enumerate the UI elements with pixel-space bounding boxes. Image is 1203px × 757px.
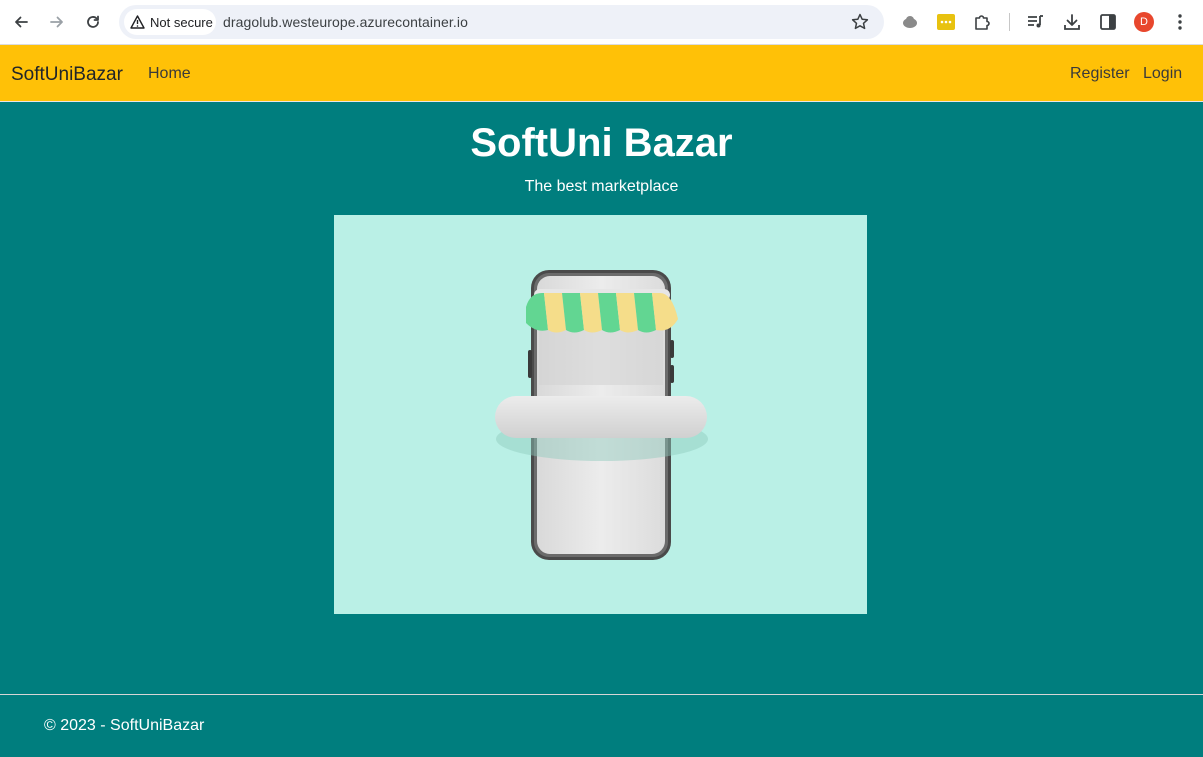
forward-icon (50, 16, 63, 28)
password-icon (937, 14, 955, 30)
page-subtitle: The best marketplace (524, 178, 679, 195)
download-icon (1064, 14, 1080, 30)
star-icon[interactable] (850, 12, 870, 32)
browser-menu-button[interactable] (1168, 10, 1192, 34)
forward-button[interactable] (43, 8, 71, 36)
menu-icon (1178, 14, 1182, 30)
profile-avatar[interactable]: D (1134, 12, 1154, 32)
browser-toolbar: Not secure dragolub.westeurope.azurecont… (0, 0, 1203, 45)
side-panel-icon (1100, 14, 1116, 30)
footer-copyright: © 2023 - SoftUniBazar (44, 717, 205, 734)
password-extension-button[interactable] (934, 10, 958, 34)
toolbar-separator (1009, 13, 1010, 31)
page-title: SoftUni Bazar (470, 121, 733, 165)
site-footer: © 2023 - SoftUniBazar (0, 694, 1203, 757)
warning-icon (130, 15, 145, 29)
back-icon (15, 16, 28, 28)
reload-icon (87, 15, 99, 28)
nav-home-link[interactable]: Home (148, 65, 191, 83)
media-icon (1028, 15, 1043, 28)
nav-register-link[interactable]: Register (1070, 65, 1130, 83)
nav-login-link[interactable]: Login (1143, 65, 1182, 83)
side-panel-button[interactable] (1096, 10, 1120, 34)
url-text[interactable]: dragolub.westeurope.azurecontainer.io (223, 14, 468, 30)
brand-link[interactable]: SoftUniBazar (11, 64, 123, 86)
download-button[interactable] (1060, 10, 1084, 34)
cloud-icon (903, 16, 917, 28)
security-label: Not secure (150, 14, 213, 30)
extensions-icon (975, 15, 990, 30)
security-chip[interactable]: Not secure (124, 9, 216, 35)
reload-button[interactable] (79, 8, 107, 36)
back-button[interactable] (7, 8, 35, 36)
extensions-button[interactable] (970, 10, 994, 34)
phone-shop-illustration (495, 270, 708, 560)
cloud-extension-button[interactable] (898, 10, 922, 34)
address-bar[interactable]: Not secure dragolub.westeurope.azurecont… (119, 5, 884, 39)
media-button[interactable] (1024, 10, 1048, 34)
site-navbar: SoftUniBazar Home Register Login (0, 45, 1203, 102)
hero-image (334, 215, 867, 614)
